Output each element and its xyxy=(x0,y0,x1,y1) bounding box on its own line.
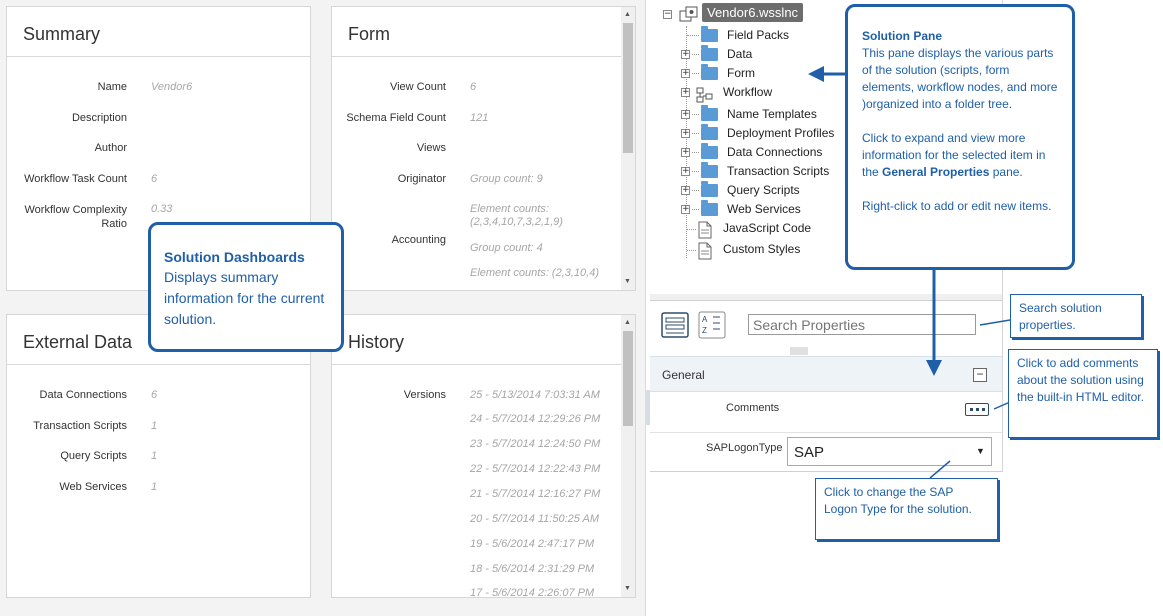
comments-callout: Click to add comments about the solution… xyxy=(1008,349,1158,438)
sap-callout: Click to change the SAP Logon Type for t… xyxy=(815,478,998,540)
search-callout: Search solution properties. xyxy=(1010,294,1142,338)
